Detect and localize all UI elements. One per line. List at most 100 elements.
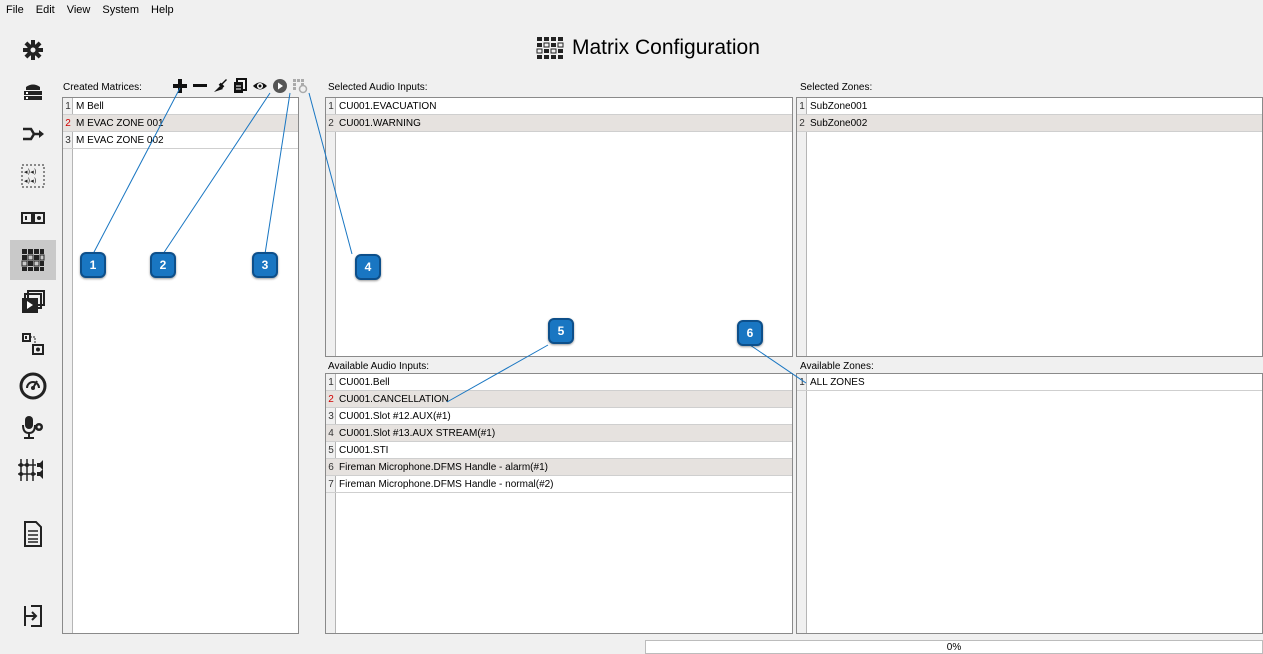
available-inputs-list[interactable]: 1 CU001.Bell 2 CU001.CANCELLATION 3 CU001.Slo…	[325, 373, 793, 634]
matrix-grid-icon	[536, 37, 564, 59]
row-number: 6	[328, 461, 334, 473]
callout-badge: 2	[150, 252, 176, 278]
row-label: ALL ZONES	[810, 376, 865, 388]
available-zones-list[interactable]: 1 ALL ZONES	[796, 373, 1263, 634]
gauge-icon	[19, 372, 47, 400]
list-item[interactable]: 1 CU001.Bell	[326, 374, 792, 391]
sidebar-item-io[interactable]	[10, 198, 56, 238]
clear-icon	[214, 79, 227, 92]
list-gutter	[326, 98, 336, 356]
list-item[interactable]: 7 Fireman Microphone.DFMS Handle - normal…	[326, 476, 792, 493]
list-item[interactable]: 1 SubZone001	[797, 98, 1262, 115]
list-item[interactable]: 3 M EVAC ZONE 002	[63, 132, 298, 149]
list-item[interactable]: 6 Fireman Microphone.DFMS Handle - alarm(…	[326, 459, 792, 476]
sidebar-item-report[interactable]	[10, 514, 56, 554]
copy-button[interactable]	[232, 78, 248, 94]
row-number: 1	[799, 100, 805, 112]
row-label: SubZone002	[810, 117, 868, 129]
created-matrices-label: Created Matrices:	[63, 82, 142, 93]
microphone-settings-icon	[22, 416, 43, 439]
row-number: 1	[328, 376, 334, 388]
list-item[interactable]: 1 M Bell	[63, 98, 298, 115]
sidebar-item-matrix[interactable]	[10, 240, 56, 280]
list-item[interactable]: 5 CU001.STI	[326, 442, 792, 459]
play-icon	[273, 79, 287, 93]
menu-file[interactable]: File	[0, 4, 30, 16]
row-label: Fireman Microphone.DFMS Handle - normal(…	[339, 478, 554, 490]
sidebar-item-zones[interactable]: ◂)◂) ◂)◂)	[10, 156, 56, 196]
list-item[interactable]: 3 CU001.Slot #12.AUX(#1)	[326, 408, 792, 425]
list-item[interactable]: 4 CU001.Slot #13.AUX STREAM(#1)	[326, 425, 792, 442]
matrix-toolbar	[172, 77, 308, 95]
row-label: M EVAC ZONE 002	[76, 134, 164, 146]
list-gutter	[797, 98, 807, 356]
selected-zones-label: Selected Zones:	[800, 82, 873, 93]
row-number: 3	[328, 410, 334, 422]
gear-icon	[23, 40, 43, 60]
row-number: 1	[799, 376, 805, 388]
list-item[interactable]: 2 CU001.WARNING	[326, 115, 792, 132]
clear-button[interactable]	[212, 78, 228, 94]
row-label: SubZone001	[810, 100, 868, 112]
list-item[interactable]: 2 CU001.CANCELLATION	[326, 391, 792, 408]
matrix-settings-icon	[293, 79, 308, 94]
list-item[interactable]: 2 SubZone002	[797, 115, 1262, 132]
io-modules-icon	[21, 212, 45, 224]
sidebar-item-settings[interactable]	[10, 30, 56, 70]
document-icon	[24, 521, 42, 547]
row-label: M EVAC ZONE 001	[76, 117, 164, 129]
callout-badge: 6	[737, 320, 763, 346]
router-icon	[24, 84, 42, 100]
row-label: M Bell	[76, 100, 104, 112]
page-title-container: Matrix Configuration	[536, 33, 760, 63]
add-icon	[173, 79, 187, 93]
sidebar-item-devices[interactable]	[10, 72, 56, 112]
created-matrices-list[interactable]: 1 M Bell 2 M EVAC ZONE 001 3 M EVAC ZONE 002	[62, 97, 299, 634]
row-number: 2	[328, 117, 334, 129]
mixer-icon	[18, 459, 43, 481]
sidebar-item-routing[interactable]	[10, 114, 56, 154]
list-item[interactable]: 1 CU001.EVACUATION	[326, 98, 792, 115]
sidebar-item-links[interactable]	[10, 324, 56, 364]
view-button[interactable]	[252, 78, 268, 94]
list-item[interactable]: 2 M EVAC ZONE 001	[63, 115, 298, 132]
menu-edit[interactable]: Edit	[30, 4, 61, 16]
svg-text:◂)◂): ◂)◂)	[24, 177, 37, 185]
media-play-icon	[22, 290, 45, 313]
sidebar-item-mixer[interactable]	[10, 450, 56, 490]
menu-view[interactable]: View	[61, 4, 97, 16]
list-item[interactable]: 1 ALL ZONES	[797, 374, 1262, 391]
view-icon	[253, 82, 267, 90]
sidebar-item-microphone[interactable]	[10, 408, 56, 448]
selected-inputs-label: Selected Audio Inputs:	[328, 82, 428, 93]
sidebar-item-gauge[interactable]	[10, 366, 56, 406]
play-button[interactable]	[272, 78, 288, 94]
row-label: CU001.WARNING	[339, 117, 421, 129]
available-inputs-label: Available Audio Inputs:	[328, 361, 430, 372]
row-label: Fireman Microphone.DFMS Handle - alarm(#…	[339, 461, 548, 473]
menu-system[interactable]: System	[96, 4, 145, 16]
selected-zones-list[interactable]: 1 SubZone001 2 SubZone002	[796, 97, 1263, 357]
sidebar-item-logout[interactable]	[10, 596, 56, 636]
menu-help[interactable]: Help	[145, 4, 180, 16]
svg-text:◂)◂): ◂)◂)	[24, 168, 37, 176]
add-button[interactable]	[172, 78, 188, 94]
matrix-settings-button[interactable]	[292, 78, 308, 94]
callout-badge: 3	[252, 252, 278, 278]
sidebar-item-media[interactable]	[10, 282, 56, 322]
page-title: Matrix Configuration	[572, 36, 760, 59]
routing-arrow-icon	[23, 127, 44, 141]
row-label: CU001.STI	[339, 444, 389, 456]
available-zones-label: Available Zones:	[800, 361, 874, 372]
logout-icon	[24, 605, 42, 627]
row-number: 2	[799, 117, 805, 129]
row-number: 7	[328, 478, 334, 490]
list-gutter	[63, 98, 73, 633]
progress-text: 0%	[946, 641, 962, 653]
row-number: 3	[65, 134, 71, 146]
remove-button[interactable]	[192, 78, 208, 94]
remove-icon	[193, 84, 207, 87]
row-number: 2	[65, 117, 71, 129]
matrix-grid-icon	[21, 249, 45, 271]
row-label: CU001.Slot #13.AUX STREAM(#1)	[339, 427, 496, 439]
